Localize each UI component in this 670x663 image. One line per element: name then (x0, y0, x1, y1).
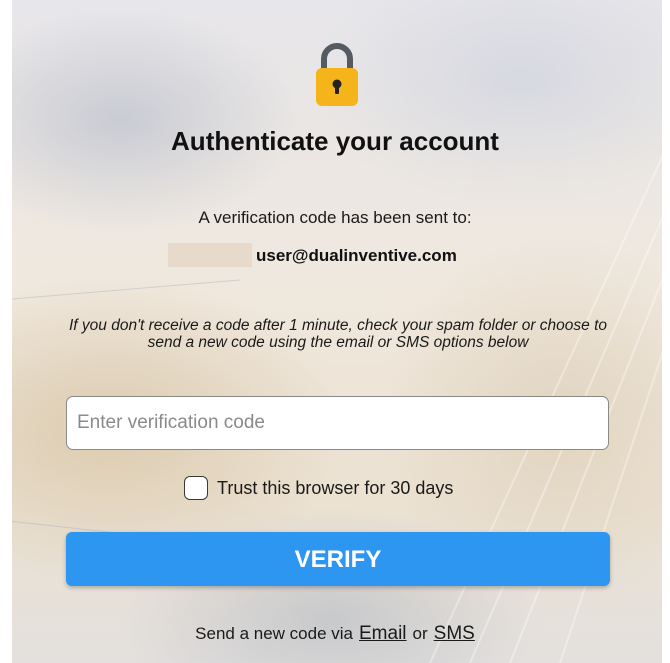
verification-sent-text: A verification code has been sent to: (198, 208, 472, 227)
resend-hint: If you don't receive a code after 1 minu… (69, 317, 607, 351)
trust-browser-checkbox[interactable] (184, 476, 208, 500)
trust-browser-option[interactable]: Trust this browser for 30 days (184, 474, 453, 502)
resend-sms-link[interactable]: SMS (434, 623, 475, 644)
resend-email-link[interactable]: Email (359, 623, 407, 644)
verification-code-input[interactable] (66, 396, 609, 450)
recipient-email: user@dualinventive.com (256, 246, 457, 265)
resend-prefix: Send a new code via (195, 624, 353, 643)
page-title: Authenticate your account (171, 126, 499, 156)
email-highlight (168, 243, 252, 267)
left-edge (0, 0, 12, 663)
resend-or: or (412, 624, 428, 643)
resend-code-row: Send a new code via Email or SMS (0, 623, 670, 645)
trust-browser-label[interactable]: Trust this browser for 30 days (217, 478, 453, 499)
verify-button[interactable]: VERIFY (66, 532, 610, 586)
right-edge (662, 0, 670, 663)
padlock-icon (316, 43, 358, 106)
auth-page: Authenticate your account A verification… (0, 0, 670, 663)
